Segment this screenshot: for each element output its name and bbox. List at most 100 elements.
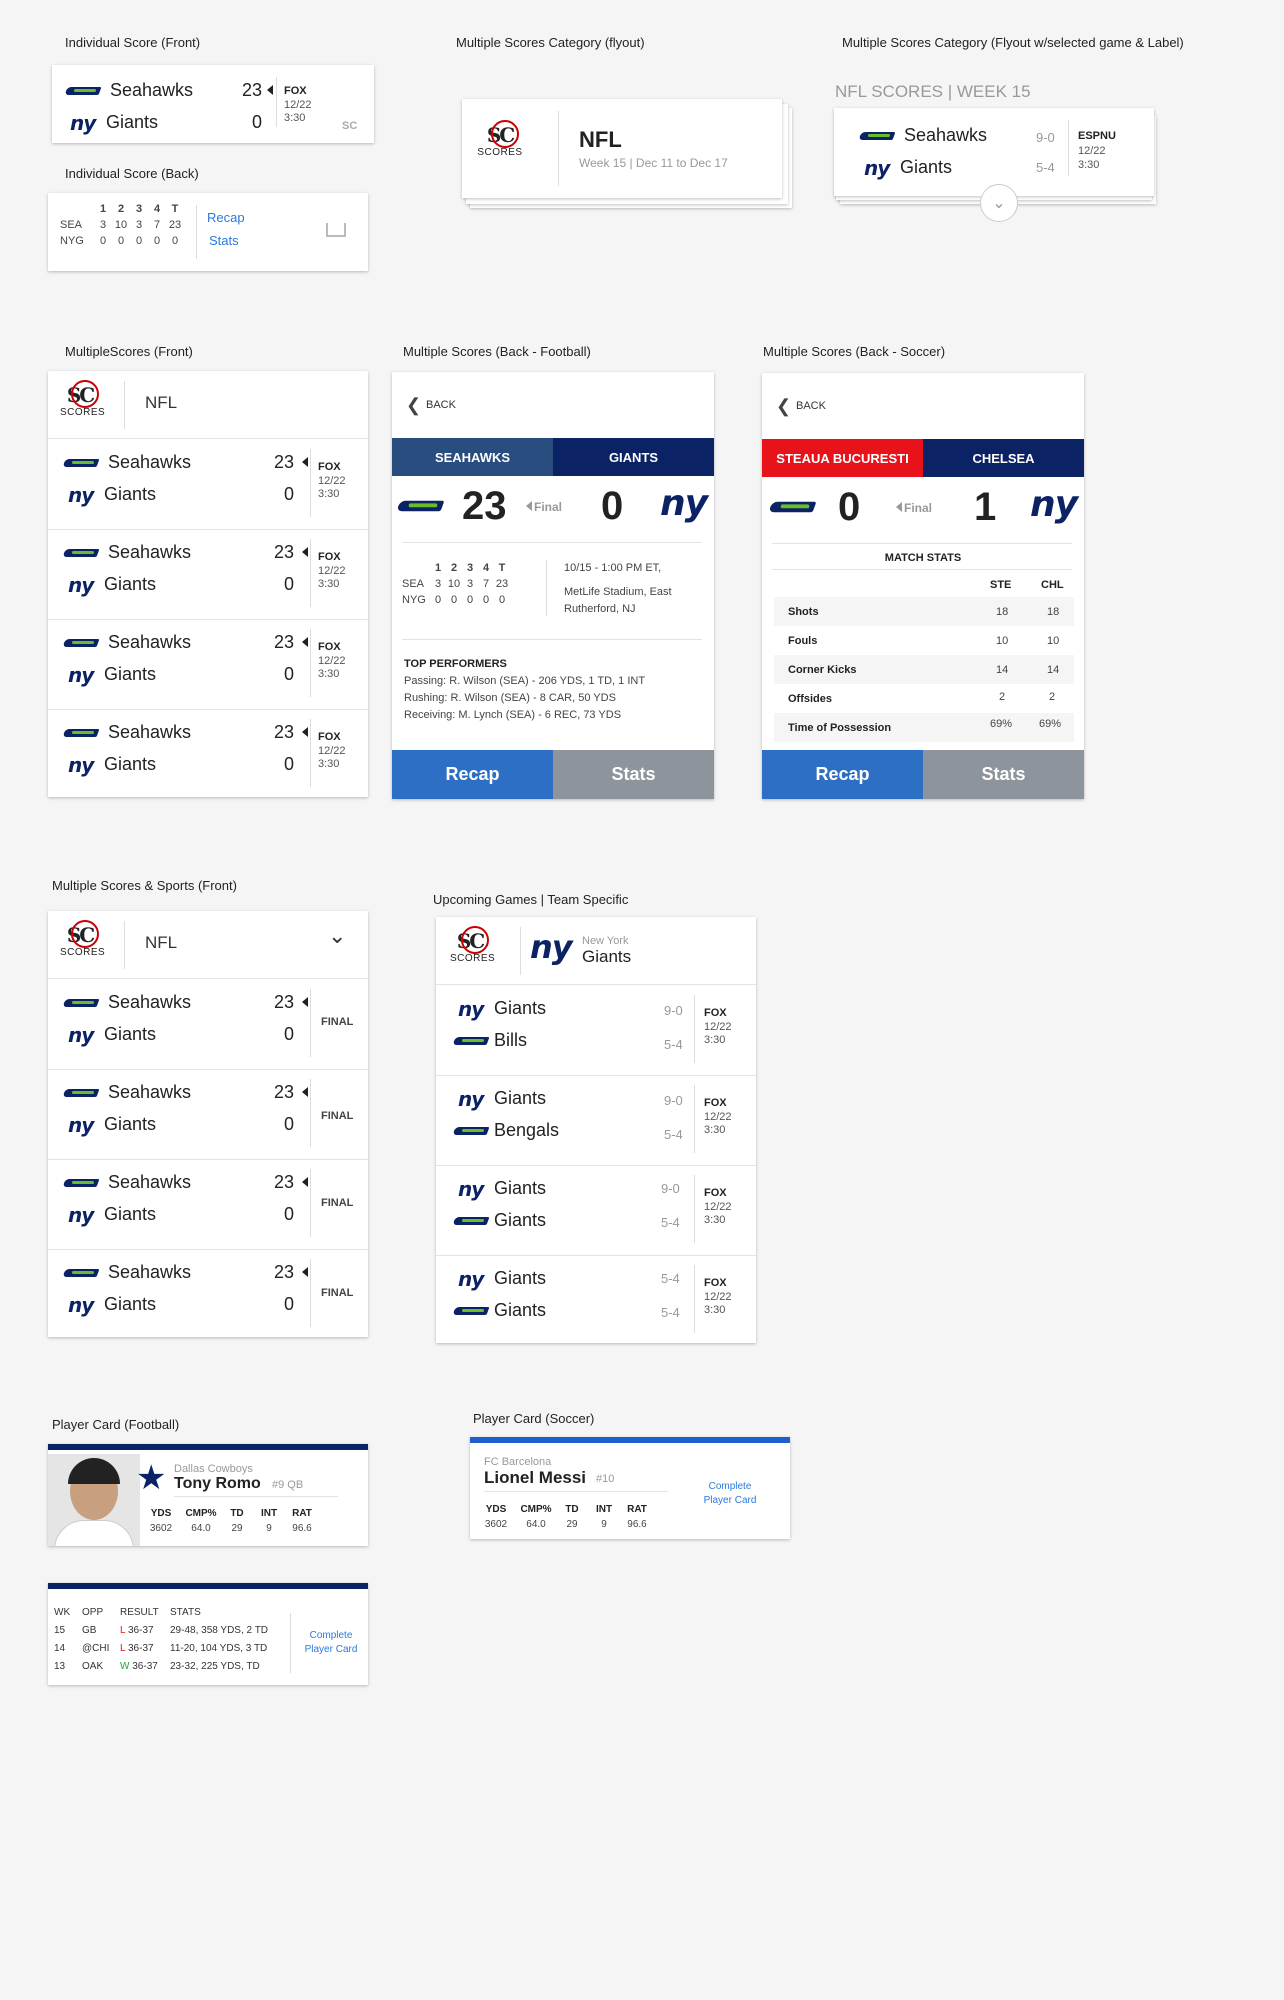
game-row[interactable]: Seahawks ny Giants 23 0 FINAL [48, 979, 368, 1069]
back-button[interactable]: BACK [796, 400, 826, 412]
chevron-down-icon[interactable]: ⌄ [980, 184, 1018, 222]
section-title: Player Card (Football) [52, 1417, 180, 1432]
team-record: 5-4 [664, 1037, 683, 1052]
back-chevron-icon[interactable]: ❮ [406, 395, 421, 416]
upcoming-games-card[interactable]: SC SCORES ny New York Giants ny Giants Bil… [436, 917, 756, 1343]
team1-score: 23 [462, 484, 507, 528]
team-record: 5-4 [661, 1305, 680, 1320]
game-row[interactable]: Seahawks ny Giants 23 0 FOX 12/22 3:30 [48, 439, 368, 529]
divider [310, 1079, 311, 1147]
team-name: Seahawks [108, 1172, 192, 1192]
performer-passing: Passing: R. Wilson (SEA) - 206 YDS, 1 TD… [404, 675, 646, 687]
stat-head: INT [595, 1504, 613, 1515]
complete-player-card-link[interactable]: Complete Player Card [298, 1629, 364, 1657]
nyg-score: 0 [283, 1294, 294, 1314]
multiple-scores-sports-card[interactable]: SC SCORES NFL ⌄ Seahawks ny Giants 23 0 FI… [48, 911, 368, 1337]
winner-arrow-icon [302, 1087, 308, 1097]
team-name: Giants [494, 1300, 547, 1320]
network-label: FOX [318, 731, 341, 743]
game-time: 3:30 [318, 488, 340, 500]
back-button[interactable]: BACK [426, 399, 456, 411]
upcoming-game-row[interactable]: ny Giants Giants 9-0 5-4 FOX 12/22 3:30 [436, 1165, 756, 1255]
divider [546, 560, 547, 616]
upcoming-game-row[interactable]: ny Giants Giants 5-4 5-4 FOX 12/22 3:30 [436, 1255, 756, 1343]
player-team: FC Barcelona [484, 1456, 552, 1468]
stat-value: 18 [996, 606, 1009, 618]
league-name: NFL [145, 933, 178, 952]
nyg-score: 0 [251, 112, 262, 132]
individual-score-front-card[interactable]: Seahawks ny Giants 23 0 FOX 12/22 3:30 SC [52, 65, 374, 143]
nyg-score: 0 [283, 754, 294, 774]
multiple-scores-front-card[interactable]: SC SCORES NFL Seahawks ny Giants 23 0 FOX … [48, 371, 368, 797]
upcoming-game-row[interactable]: ny Giants Bills 9-0 5-4 FOX 12/22 3:30 [436, 985, 756, 1075]
game-log-table: WK OPP RESULT STATS 15 GB L 36-37 29-48, 358 Y… [54, 1606, 269, 1672]
game-row[interactable]: Seahawks ny Giants 23 0 FINAL [48, 1249, 368, 1337]
stat-head: TD [230, 1508, 244, 1519]
player-card-soccer[interactable]: FC Barcelona Lionel Messi #10 YDS CMP% TD I… [470, 1437, 790, 1539]
back-chevron-icon[interactable]: ❮ [776, 396, 791, 417]
player-card-football[interactable]: ★ Dallas Cowboys Tony Romo #9 QB YDS CMP%… [48, 1444, 368, 1546]
upcoming-game-row[interactable]: ny Giants Bengals 9-0 5-4 FOX 12/22 3:30 [436, 1075, 756, 1165]
link-line: Player Card [703, 1495, 757, 1506]
winner-arrow-icon [526, 501, 532, 511]
multiple-scores-back-football-card[interactable]: ❮ BACK SEAHAWKS GIANTS 23 Final 0 ny 123… [392, 372, 714, 799]
nyg-score: 0 [283, 1024, 294, 1044]
flyout-category-card[interactable]: SC SCORES NFL Week 15 | Dec 11 to Dec 17 [462, 99, 782, 198]
player-game-log-card[interactable]: WK OPP RESULT STATS 15 GB L 36-37 29-48, 358 Y… [48, 1583, 368, 1685]
divider [558, 111, 559, 186]
game-date: 12/22 [318, 565, 346, 577]
game-time: 3:30 [704, 1304, 726, 1316]
player-photo [48, 1454, 140, 1546]
divider [694, 995, 695, 1063]
team-name: Seahawks [904, 125, 988, 145]
divider [772, 543, 1072, 544]
multiple-scores-back-soccer-card[interactable]: ❮ BACK STEAUA BUCURESTI CHELSEA 0 Final … [762, 373, 1084, 799]
sc-logo: SC SCORES [476, 120, 524, 158]
seahawks-logo-icon [454, 1304, 492, 1318]
selected-game-card[interactable]: Seahawks ny Giants 9-0 5-4 ESPNU 12/22 3:… [834, 108, 1154, 196]
match-stats-title: MATCH STATS [884, 552, 962, 564]
network-label: FOX [318, 551, 341, 563]
stat-value: 29 [231, 1523, 243, 1534]
section-title: Individual Score (Front) [65, 35, 201, 50]
game-row[interactable]: Seahawks ny Giants 23 0 FINAL [48, 1069, 368, 1159]
seahawks-logo-icon [64, 456, 102, 470]
stats-button[interactable]: Stats [553, 750, 714, 799]
chevron-down-icon[interactable]: ⌄ [328, 923, 346, 949]
winner-arrow-icon [302, 457, 308, 467]
recap-button[interactable]: Recap [392, 750, 553, 799]
game-row[interactable]: Seahawks ny Giants 23 0 FOX 12/22 3:30 [48, 709, 368, 797]
divider [694, 1265, 695, 1333]
stats-button[interactable]: Stats [923, 750, 1084, 799]
game-date: 12/22 [704, 1291, 732, 1303]
divider [310, 1259, 311, 1327]
team-name: Giants [104, 1024, 157, 1044]
divider [772, 569, 1072, 570]
stat-head: CMP% [185, 1508, 217, 1519]
seahawks-logo-icon [64, 636, 102, 650]
team-name: Seahawks [108, 722, 192, 742]
winner-arrow-icon [302, 727, 308, 737]
game-row[interactable]: Seahawks ny Giants 23 0 FOX 12/22 3:30 [48, 529, 368, 619]
divider [290, 1613, 291, 1673]
stats-link[interactable]: Stats [209, 233, 239, 248]
sc-logo-icon: SC [342, 120, 358, 132]
recap-link[interactable]: Recap [207, 210, 245, 225]
winner-arrow-icon [267, 85, 273, 95]
share-icon[interactable] [326, 223, 346, 237]
recap-button[interactable]: Recap [762, 750, 923, 799]
game-row[interactable]: Seahawks ny Giants 23 0 FOX 12/22 3:30 [48, 619, 368, 709]
team2-header: CHELSEA [923, 439, 1084, 477]
category-label: NFL SCORES | WEEK 15 [835, 82, 1031, 101]
game-row[interactable]: Seahawks ny Giants 23 0 FINAL [48, 1159, 368, 1249]
divider [694, 1175, 695, 1243]
divider [124, 381, 125, 429]
team-name: Giants [582, 947, 632, 966]
individual-score-back-card[interactable]: 1234T SEA 3 10 3 7 23 NYG 0 0 0 0 0 Recap Stats [48, 193, 368, 271]
stat-head: TD [565, 1504, 579, 1515]
link-line: Player Card [304, 1644, 358, 1655]
divider [484, 1491, 668, 1492]
complete-player-card-link[interactable]: Complete Player Card [690, 1480, 770, 1508]
game-time: 3:30 [318, 668, 340, 680]
giants-logo-icon: ny [530, 928, 573, 966]
